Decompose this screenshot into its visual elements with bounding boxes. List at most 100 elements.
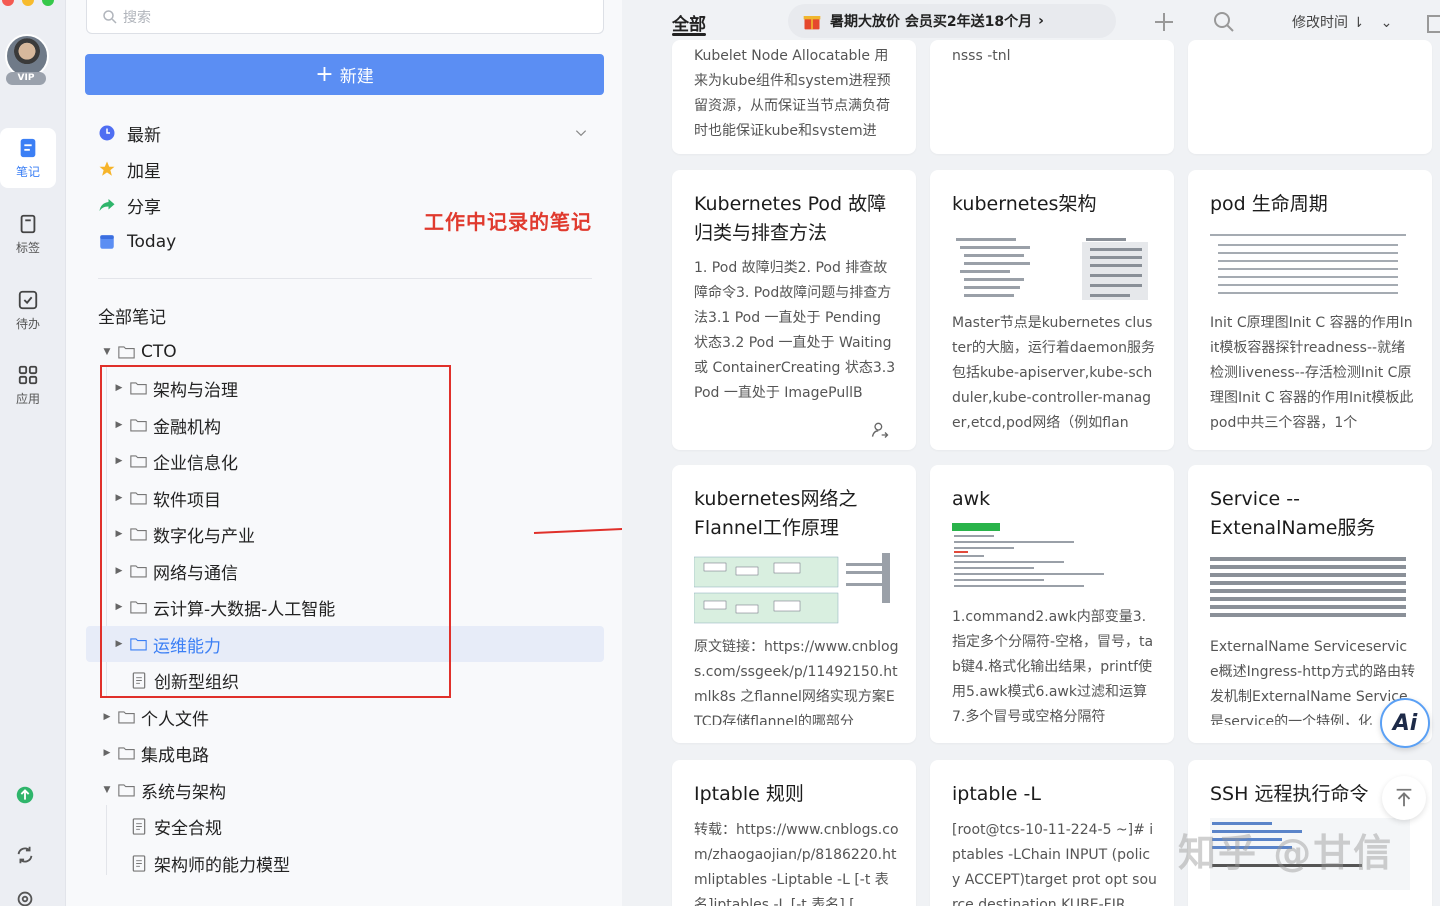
card-title: kubernetes架构 [952, 193, 1097, 215]
tab-all[interactable]: 全部 [672, 10, 706, 35]
card-thumbnail [694, 553, 894, 625]
quick-item-starred[interactable]: 加星 [98, 157, 161, 182]
all-notes-title[interactable]: 全部笔记 [98, 303, 166, 328]
card-thumbnail [952, 234, 1152, 306]
notes-sidebar: 搜索 + 新建 最新 加星 分享 Today 工作中记录的笔记 全部笔记 ▼ C… [66, 0, 622, 906]
caret-right-icon[interactable]: ▶ [102, 748, 112, 758]
note-card[interactable]: kubernetes架构 Master节点是kubernetes cluster… [930, 170, 1174, 450]
folder-icon [118, 346, 135, 359]
chevron-down-icon[interactable] [574, 126, 588, 140]
card-title: Iptable 规则 [694, 783, 804, 805]
note-architect-model[interactable]: 架构师的能力模型 [130, 848, 290, 878]
note-card[interactable] [1188, 40, 1432, 154]
note-card[interactable]: awk 1.command2.awk内部变量3.指定多个分隔符-空格，冒号，ta… [930, 465, 1174, 743]
apps-icon [18, 365, 38, 384]
folder-cto[interactable]: ▼ CTO [102, 337, 177, 367]
note-card[interactable]: pod 生命周期 Init C原理图Init C 容器的作用Init模板容器探针… [1188, 170, 1432, 450]
divider [98, 278, 592, 279]
close-window-icon[interactable] [2, 0, 14, 6]
card-body: Init C原理图Init C 容器的作用Init模板容器探针readness-… [1210, 315, 1414, 431]
caret-down-icon[interactable]: ▼ [102, 785, 112, 795]
gift-icon [803, 16, 821, 30]
quick-item-recent[interactable]: 最新 [98, 121, 161, 146]
folder-personal[interactable]: ▶ 个人文件 [102, 702, 209, 732]
search-icon[interactable] [1212, 10, 1236, 34]
layout-icon[interactable] [1426, 12, 1440, 36]
back-to-top-button[interactable] [1382, 776, 1426, 820]
card-title: kubernetes网络之Flannel工作原理 [694, 488, 858, 539]
new-note-button[interactable]: + 新建 [85, 54, 604, 95]
quick-item-shared[interactable]: 分享 [98, 193, 161, 218]
folder-label: 个人文件 [141, 709, 209, 730]
ai-assistant-button[interactable]: Ai [1380, 698, 1430, 748]
note-security-compliance[interactable]: 安全合规 [130, 811, 222, 841]
card-body: [root@tcs-10-11-224-5 ~]# iptables -LCha… [952, 822, 1157, 906]
minimize-window-icon[interactable] [22, 0, 34, 6]
card-body [1210, 44, 1415, 74]
card-title: awk [952, 488, 991, 510]
promo-text: 暑期大放价 会员买2年送18个月 [830, 14, 1033, 30]
watermark-text: 知乎 @甘信 [1178, 831, 1394, 875]
note-card[interactable]: iptable -L [root@tcs-10-11-224-5 ~]# ipt… [930, 760, 1174, 906]
note-icon [20, 138, 36, 157]
sync-icon[interactable] [14, 844, 36, 866]
maximize-window-icon[interactable] [42, 0, 54, 6]
rail-label: 标签 [15, 240, 40, 255]
folder-label: 集成电路 [141, 745, 209, 766]
folder-systems-architecture[interactable]: ▼ 系统与架构 [102, 775, 226, 805]
rail-item-tags[interactable]: 标签 [0, 204, 56, 264]
note-label: 安全合规 [154, 818, 222, 839]
folder-label: CTO [141, 342, 177, 362]
ai-label: Ai [1392, 710, 1418, 736]
plus-icon: + [315, 61, 334, 87]
card-body: 转载：https://www.cnblogs.com/zhaogaojian/p… [694, 822, 899, 906]
quick-label: Today [127, 232, 177, 252]
gear-icon[interactable] [14, 888, 36, 906]
upload-icon[interactable] [14, 784, 36, 806]
search-icon [103, 9, 117, 24]
rail-item-todo[interactable]: 待办 [0, 280, 56, 340]
add-icon[interactable] [1152, 10, 1176, 34]
note-card[interactable]: Kubernetes Pod 故障归类与排查方法 1. Pod 故障归类2. P… [672, 170, 916, 450]
left-rail: VIP 笔记 标签 待办 应用 [0, 0, 66, 906]
search-placeholder: 搜索 [123, 9, 151, 26]
tag-icon [20, 214, 36, 233]
note-card[interactable]: Kubelet Node Allocatable 用来为kube组件和syste… [672, 40, 916, 154]
folder-label: 系统与架构 [141, 782, 226, 803]
card-thumbnail [1210, 553, 1410, 625]
card-body: 1.command2.awk内部变量3.指定多个分隔符-空格，冒号，tab键4.… [952, 609, 1154, 725]
sort-dropdown[interactable]: 修改时间 ⇂ ⌄ [1292, 12, 1392, 32]
top-bar: 全部 暑期大放价 会员买2年送18个月 › 修改时间 ⇂ ⌄ [622, 0, 1440, 44]
card-thumbnail [1210, 230, 1410, 302]
card-body: Master节点是kubernetes cluster的大脑，运行着daemon… [952, 315, 1156, 431]
folder-ic[interactable]: ▶ 集成电路 [102, 738, 209, 768]
annotation-text: 工作中记录的笔记 [424, 210, 592, 234]
rail-label: 笔记 [15, 164, 40, 179]
caret-down-icon[interactable]: ▼ [102, 347, 112, 357]
notes-grid-area: 全部 暑期大放价 会员买2年送18个月 › 修改时间 ⇂ ⌄ Kubelet N… [622, 0, 1440, 906]
tab-underline [672, 33, 706, 36]
card-thumbnail [952, 521, 1152, 593]
note-card[interactable]: Iptable 规则 转载：https://www.cnblogs.com/zh… [672, 760, 916, 906]
share-arrow-icon [99, 199, 115, 211]
folder-icon [118, 711, 135, 724]
rail-item-apps[interactable]: 应用 [0, 355, 56, 415]
vip-badge: VIP [6, 72, 46, 85]
folder-icon [118, 747, 135, 760]
card-body: 1. Pod 故障归类2. Pod 排查故障命令3. Pod故障问题与排查方法3… [694, 260, 896, 401]
search-input[interactable]: 搜索 [86, 0, 604, 34]
rail-item-notes[interactable]: 笔记 [0, 128, 56, 188]
promo-banner[interactable]: 暑期大放价 会员买2年送18个月 › [788, 4, 1116, 38]
caret-right-icon[interactable]: ▶ [102, 712, 112, 722]
note-card[interactable]: nsss -tnl [930, 40, 1174, 154]
quick-label: 分享 [127, 197, 161, 218]
clock-icon [99, 125, 115, 141]
card-body: nsss -tnl [952, 48, 1011, 64]
quick-item-today[interactable]: Today [98, 230, 176, 254]
chevron-down-icon: ⌄ [1380, 15, 1393, 31]
note-card[interactable]: kubernetes网络之Flannel工作原理 原文链接：https://ww… [672, 465, 916, 743]
new-button-label: 新建 [339, 67, 374, 87]
rail-label: 待办 [15, 316, 40, 331]
card-title: pod 生命周期 [1210, 193, 1328, 215]
card-body: 原文链接：https://www.cnblogs.com/ssgeek/p/11… [694, 639, 899, 725]
